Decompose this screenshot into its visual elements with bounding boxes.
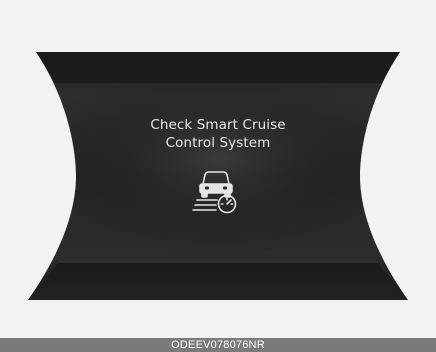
warning-message-line-1: Check Smart Cruise bbox=[150, 117, 286, 133]
warning-message-line-2: Control System bbox=[165, 135, 271, 151]
image-code-caption: ODEEV078076NR bbox=[0, 338, 436, 352]
panel-top-band bbox=[36, 52, 400, 84]
smart-cruise-control-warning-icon bbox=[191, 168, 241, 214]
image-code-text: ODEEV078076NR bbox=[171, 339, 265, 351]
warning-message: Check Smart Cruise Control System bbox=[0, 116, 436, 152]
panel-bottom-band bbox=[28, 262, 408, 300]
